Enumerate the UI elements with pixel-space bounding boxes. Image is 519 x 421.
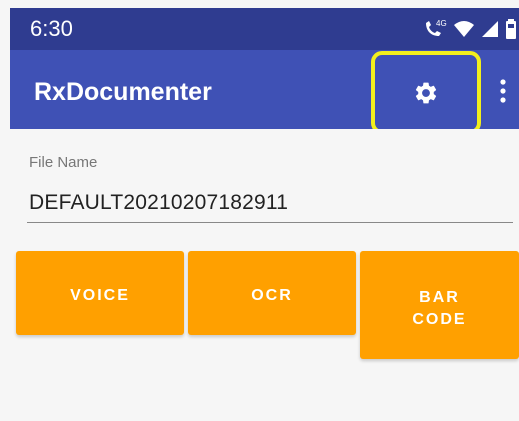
status-icons: 4G	[422, 18, 517, 40]
settings-button[interactable]	[371, 51, 481, 134]
file-name-label: File Name	[29, 154, 98, 171]
overflow-menu-button[interactable]	[495, 75, 511, 107]
more-vert-icon	[500, 79, 506, 103]
svg-text:4G: 4G	[436, 19, 447, 28]
app-title: RxDocumenter	[34, 78, 212, 106]
main-content: File Name DEFAULT20210207182911 VOICE OC…	[10, 129, 519, 421]
status-bar: 6:30 4G	[10, 8, 519, 50]
wifi-icon	[454, 21, 474, 37]
file-name-input[interactable]: DEFAULT20210207182911	[29, 191, 288, 215]
gear-icon	[415, 82, 437, 103]
file-name-underline	[27, 222, 513, 223]
app-bar: RxDocumenter	[10, 50, 519, 134]
battery-icon	[506, 19, 516, 39]
status-time: 6:30	[30, 16, 73, 41]
volte-call-icon: 4G	[426, 19, 447, 36]
barcode-button[interactable]: BAR CODE	[360, 251, 519, 359]
voice-button[interactable]: VOICE	[16, 251, 184, 335]
ocr-button[interactable]: OCR	[188, 251, 356, 335]
cell-signal-icon	[482, 21, 498, 37]
